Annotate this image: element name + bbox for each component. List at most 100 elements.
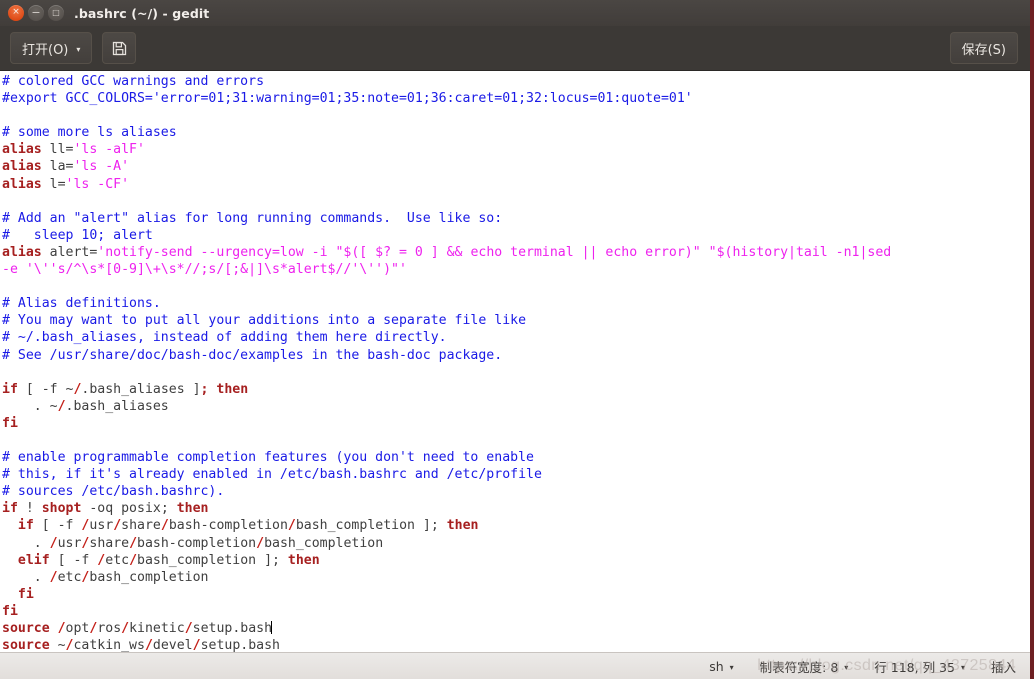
code-token: bash_completion ];: [137, 552, 288, 568]
text-editor-area[interactable]: # colored GCC warnings and errors #export…: [0, 71, 1030, 654]
code-token: )"': [383, 262, 407, 278]
status-insert-mode-label: 插入: [990, 659, 1016, 675]
status-tab-width[interactable]: 制表符宽度: 8 ▾: [760, 657, 849, 676]
code-token: /: [144, 638, 153, 654]
minimize-glyph: −: [31, 6, 41, 19]
code-token: 'ls -CF': [65, 176, 130, 192]
code-token: /: [256, 535, 265, 551]
chevron-down-icon: ▾: [76, 44, 81, 54]
code-token: /: [57, 621, 66, 636]
code-line: alias l='ls -CF': [2, 176, 1030, 193]
code-token: alert=: [41, 244, 98, 260]
code-token: share: [121, 518, 161, 534]
code-line: fi: [2, 415, 1030, 432]
source-code-view[interactable]: # colored GCC warnings and errors #export…: [0, 73, 1030, 654]
code-line: # ~/.bash_aliases, instead of adding the…: [2, 329, 1030, 346]
code-token: .: [2, 535, 50, 551]
code-token: [ -f ~: [17, 381, 74, 397]
code-line: . /etc/bash_completion: [2, 569, 1030, 586]
code-line: fi: [2, 603, 1030, 620]
code-token: setup.bash: [192, 621, 273, 636]
code-token: l=: [41, 176, 66, 192]
code-token: /: [49, 569, 58, 585]
code-line: if [ -f ~/.bash_aliases ]; then: [2, 381, 1030, 398]
maximize-glyph: □: [52, 7, 60, 17]
code-token: then: [176, 501, 209, 517]
code-token: if: [2, 501, 18, 517]
code-token: # sources /etc/bash.bashrc).: [2, 484, 225, 500]
code-token: alias: [2, 159, 42, 175]
code-token: ;: [200, 381, 217, 397]
code-token: # enable programmable completion feature…: [2, 450, 534, 466]
code-line: #export GCC_COLORS='error=01;31:warning=…: [2, 90, 1030, 107]
status-tab-width-label: 制表符宽度: 8: [759, 659, 839, 675]
maximize-window-icon[interactable]: □: [48, 5, 64, 21]
code-line: if ! shopt -oq posix; then: [2, 500, 1030, 517]
chevron-down-icon: ▾: [729, 662, 734, 672]
code-token: bash_completion: [264, 535, 384, 551]
code-line: # See /usr/share/doc/bash-doc/examples i…: [2, 347, 1030, 364]
code-token: -oq posix;: [81, 501, 177, 517]
text-cursor: [271, 621, 273, 634]
code-token: usr: [89, 518, 114, 534]
code-line: # Add an "alert" alias for long running …: [2, 210, 1030, 227]
status-language-label: sh: [709, 658, 724, 674]
code-line: # some more ls aliases: [2, 124, 1030, 141]
code-token: alias: [2, 176, 42, 192]
status-language[interactable]: sh ▾: [709, 659, 733, 674]
status-cursor-position[interactable]: 行 118, 列 35 ▾: [874, 657, 965, 676]
code-token: 'ls -A': [73, 159, 130, 175]
code-token: bash-completion: [168, 518, 288, 534]
code-token: then: [287, 552, 320, 568]
code-line: -e '\''s/^\s*[0-9]\+\s*//;s/[;&|]\s*aler…: [2, 261, 1030, 278]
code-token: opt: [65, 621, 90, 636]
open-file-label: 打开(O): [22, 42, 69, 58]
code-token: /: [129, 535, 138, 551]
code-token: #export GCC_COLORS='error=01;31:warning=…: [2, 91, 693, 107]
status-insert-mode[interactable]: 插入: [991, 657, 1016, 676]
code-token: fi: [17, 586, 34, 602]
save-button[interactable]: 保存(S): [949, 32, 1018, 64]
code-token: /: [49, 535, 58, 551]
code-line: fi: [2, 586, 1030, 603]
code-token: fi: [2, 603, 18, 619]
close-glyph: ×: [12, 7, 20, 17]
code-token: # Alias definitions.: [2, 296, 161, 312]
code-token: alias: [2, 142, 42, 158]
title-bar: × − □ .bashrc (~/) - gedit: [0, 0, 1030, 26]
code-line: # enable programmable completion feature…: [2, 449, 1030, 466]
code-line: # You may want to put all your additions…: [2, 312, 1030, 329]
chevron-down-icon: ▾: [844, 662, 849, 672]
code-token: catkin_ws: [73, 638, 145, 654]
close-window-icon[interactable]: ×: [8, 5, 24, 21]
code-token: 'ls -alF': [73, 142, 145, 158]
code-token: usr: [57, 535, 82, 551]
code-token: /: [192, 638, 201, 654]
code-line: # colored GCC warnings and errors: [2, 73, 1030, 90]
code-token: ~: [49, 638, 66, 654]
save-button-label: 保存(S): [961, 42, 1006, 58]
code-line: # sleep 10; alert: [2, 227, 1030, 244]
code-token: /: [57, 398, 66, 414]
code-token: alias: [2, 244, 42, 260]
code-token: 'notify-send --urgency=low -i "$([ $? = …: [97, 244, 892, 260]
minimize-window-icon[interactable]: −: [28, 5, 44, 21]
code-token: devel: [152, 638, 193, 654]
open-file-button[interactable]: 打开(O) ▾: [10, 32, 93, 64]
code-token: bash-completion: [137, 535, 257, 551]
code-token: .bash_aliases: [65, 398, 169, 414]
code-token: la=: [41, 159, 74, 175]
code-token: .: [2, 569, 50, 585]
code-token: bash_completion: [89, 569, 209, 585]
code-line: # this, if it's already enabled in /etc/…: [2, 466, 1030, 483]
save-document-button[interactable]: [102, 32, 137, 64]
save-document-icon: [111, 40, 128, 57]
code-line: # Alias definitions.: [2, 295, 1030, 312]
